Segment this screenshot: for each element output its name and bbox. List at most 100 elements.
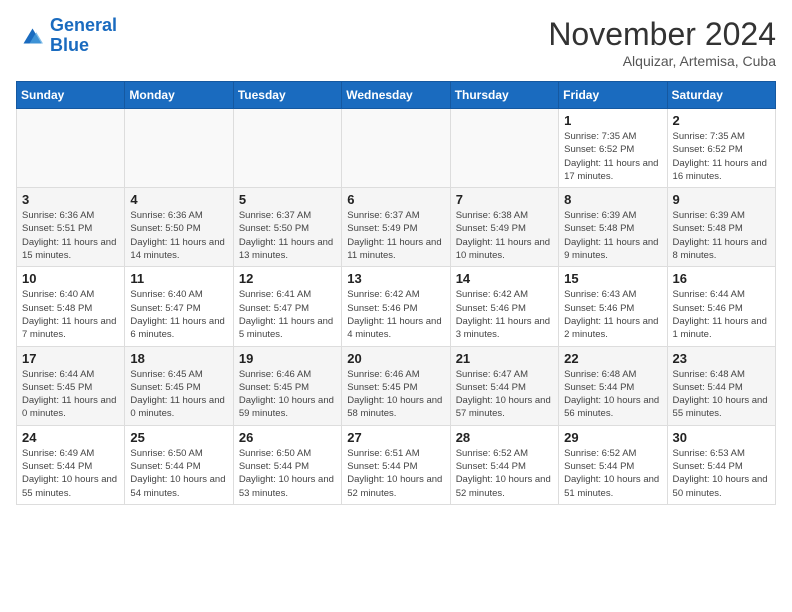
calendar-cell: [342, 109, 450, 188]
day-info: Sunrise: 6:36 AMSunset: 5:50 PMDaylight:…: [130, 209, 227, 262]
title-block: November 2024 Alquizar, Artemisa, Cuba: [548, 16, 776, 69]
calendar-cell: 4 Sunrise: 6:36 AMSunset: 5:50 PMDaylight…: [125, 188, 233, 267]
day-number: 29: [564, 430, 661, 445]
week-row-1: 1 Sunrise: 7:35 AMSunset: 6:52 PMDaylight…: [17, 109, 776, 188]
calendar-cell: 13 Sunrise: 6:42 AMSunset: 5:46 PMDayligh…: [342, 267, 450, 346]
day-number: 8: [564, 192, 661, 207]
calendar-cell: 29 Sunrise: 6:52 AMSunset: 5:44 PMDayligh…: [559, 425, 667, 504]
weekday-header-saturday: Saturday: [667, 82, 775, 109]
week-row-5: 24Sunrise: 6:49 AMSunset: 5:44 PMDayligh…: [17, 425, 776, 504]
day-number: 19: [239, 351, 336, 366]
calendar-cell: 2 Sunrise: 7:35 AMSunset: 6:52 PMDaylight…: [667, 109, 775, 188]
day-info: Sunrise: 6:51 AMSunset: 5:44 PMDaylight:…: [347, 447, 444, 500]
weekday-header-wednesday: Wednesday: [342, 82, 450, 109]
calendar-cell: 3 Sunrise: 6:36 AMSunset: 5:51 PMDaylight…: [17, 188, 125, 267]
day-info: Sunrise: 6:46 AMSunset: 5:45 PMDaylight:…: [239, 368, 336, 421]
day-number: 18: [130, 351, 227, 366]
day-info: Sunrise: 6:44 AMSunset: 5:45 PMDaylight:…: [22, 368, 119, 421]
day-number: 12: [239, 271, 336, 286]
calendar-cell: 5 Sunrise: 6:37 AMSunset: 5:50 PMDaylight…: [233, 188, 341, 267]
day-info: Sunrise: 6:53 AMSunset: 5:44 PMDaylight:…: [673, 447, 770, 500]
weekday-header-sunday: Sunday: [17, 82, 125, 109]
month-title: November 2024: [548, 16, 776, 53]
day-info: Sunrise: 6:41 AMSunset: 5:47 PMDaylight:…: [239, 288, 336, 341]
day-info: Sunrise: 6:47 AMSunset: 5:44 PMDaylight:…: [456, 368, 553, 421]
day-number: 11: [130, 271, 227, 286]
day-info: Sunrise: 6:44 AMSunset: 5:46 PMDaylight:…: [673, 288, 770, 341]
weekday-header-thursday: Thursday: [450, 82, 558, 109]
day-number: 5: [239, 192, 336, 207]
day-info: Sunrise: 6:38 AMSunset: 5:49 PMDaylight:…: [456, 209, 553, 262]
day-info: Sunrise: 6:50 AMSunset: 5:44 PMDaylight:…: [130, 447, 227, 500]
weekday-header-row: SundayMondayTuesdayWednesdayThursdayFrid…: [17, 82, 776, 109]
day-info: Sunrise: 6:37 AMSunset: 5:49 PMDaylight:…: [347, 209, 444, 262]
calendar-cell: 9Sunrise: 6:39 AMSunset: 5:48 PMDaylight…: [667, 188, 775, 267]
day-number: 9: [673, 192, 770, 207]
calendar-cell: 28 Sunrise: 6:52 AMSunset: 5:44 PMDayligh…: [450, 425, 558, 504]
day-info: Sunrise: 7:35 AMSunset: 6:52 PMDaylight:…: [564, 130, 661, 183]
day-info: Sunrise: 6:37 AMSunset: 5:50 PMDaylight:…: [239, 209, 336, 262]
calendar-cell: [125, 109, 233, 188]
day-info: Sunrise: 6:42 AMSunset: 5:46 PMDaylight:…: [347, 288, 444, 341]
weekday-header-monday: Monday: [125, 82, 233, 109]
day-number: 14: [456, 271, 553, 286]
page-header: General Blue November 2024 Alquizar, Art…: [16, 16, 776, 69]
week-row-2: 3 Sunrise: 6:36 AMSunset: 5:51 PMDaylight…: [17, 188, 776, 267]
day-number: 26: [239, 430, 336, 445]
calendar-cell: [17, 109, 125, 188]
day-number: 10: [22, 271, 119, 286]
calendar-cell: 18Sunrise: 6:45 AMSunset: 5:45 PMDayligh…: [125, 346, 233, 425]
calendar-cell: 30 Sunrise: 6:53 AMSunset: 5:44 PMDayligh…: [667, 425, 775, 504]
logo-text: General Blue: [50, 16, 117, 56]
calendar-cell: 26 Sunrise: 6:50 AMSunset: 5:44 PMDayligh…: [233, 425, 341, 504]
day-info: Sunrise: 6:40 AMSunset: 5:48 PMDaylight:…: [22, 288, 119, 341]
day-info: Sunrise: 6:48 AMSunset: 5:44 PMDaylight:…: [564, 368, 661, 421]
calendar-cell: 7 Sunrise: 6:38 AMSunset: 5:49 PMDaylight…: [450, 188, 558, 267]
calendar-cell: [233, 109, 341, 188]
calendar-cell: 21 Sunrise: 6:47 AMSunset: 5:44 PMDayligh…: [450, 346, 558, 425]
day-number: 24: [22, 430, 119, 445]
day-number: 22: [564, 351, 661, 366]
location-subtitle: Alquizar, Artemisa, Cuba: [548, 53, 776, 69]
calendar-cell: 15Sunrise: 6:43 AMSunset: 5:46 PMDayligh…: [559, 267, 667, 346]
day-number: 7: [456, 192, 553, 207]
day-info: Sunrise: 7:35 AMSunset: 6:52 PMDaylight:…: [673, 130, 770, 183]
day-number: 1: [564, 113, 661, 128]
day-number: 3: [22, 192, 119, 207]
day-number: 20: [347, 351, 444, 366]
calendar-cell: 10 Sunrise: 6:40 AMSunset: 5:48 PMDayligh…: [17, 267, 125, 346]
calendar-cell: 14 Sunrise: 6:42 AMSunset: 5:46 PMDayligh…: [450, 267, 558, 346]
day-number: 2: [673, 113, 770, 128]
calendar-cell: 20 Sunrise: 6:46 AMSunset: 5:45 PMDayligh…: [342, 346, 450, 425]
calendar-cell: [450, 109, 558, 188]
calendar-cell: 27Sunrise: 6:51 AMSunset: 5:44 PMDayligh…: [342, 425, 450, 504]
day-info: Sunrise: 6:48 AMSunset: 5:44 PMDaylight:…: [673, 368, 770, 421]
day-number: 13: [347, 271, 444, 286]
calendar-cell: 1 Sunrise: 7:35 AMSunset: 6:52 PMDaylight…: [559, 109, 667, 188]
day-number: 25: [130, 430, 227, 445]
day-info: Sunrise: 6:52 AMSunset: 5:44 PMDaylight:…: [456, 447, 553, 500]
day-info: Sunrise: 6:40 AMSunset: 5:47 PMDaylight:…: [130, 288, 227, 341]
day-info: Sunrise: 6:39 AMSunset: 5:48 PMDaylight:…: [564, 209, 661, 262]
day-number: 16: [673, 271, 770, 286]
day-info: Sunrise: 6:52 AMSunset: 5:44 PMDaylight:…: [564, 447, 661, 500]
calendar-cell: 11 Sunrise: 6:40 AMSunset: 5:47 PMDayligh…: [125, 267, 233, 346]
day-number: 28: [456, 430, 553, 445]
calendar-cell: 8 Sunrise: 6:39 AMSunset: 5:48 PMDaylight…: [559, 188, 667, 267]
day-number: 21: [456, 351, 553, 366]
day-info: Sunrise: 6:46 AMSunset: 5:45 PMDaylight:…: [347, 368, 444, 421]
day-number: 15: [564, 271, 661, 286]
day-info: Sunrise: 6:36 AMSunset: 5:51 PMDaylight:…: [22, 209, 119, 262]
logo-icon: [16, 21, 46, 51]
day-number: 30: [673, 430, 770, 445]
day-number: 4: [130, 192, 227, 207]
calendar-cell: 17Sunrise: 6:44 AMSunset: 5:45 PMDayligh…: [17, 346, 125, 425]
weekday-header-friday: Friday: [559, 82, 667, 109]
calendar-cell: 23 Sunrise: 6:48 AMSunset: 5:44 PMDayligh…: [667, 346, 775, 425]
calendar-cell: 19 Sunrise: 6:46 AMSunset: 5:45 PMDayligh…: [233, 346, 341, 425]
day-number: 23: [673, 351, 770, 366]
day-info: Sunrise: 6:42 AMSunset: 5:46 PMDaylight:…: [456, 288, 553, 341]
week-row-4: 17Sunrise: 6:44 AMSunset: 5:45 PMDayligh…: [17, 346, 776, 425]
calendar-cell: 6Sunrise: 6:37 AMSunset: 5:49 PMDaylight…: [342, 188, 450, 267]
day-info: Sunrise: 6:50 AMSunset: 5:44 PMDaylight:…: [239, 447, 336, 500]
